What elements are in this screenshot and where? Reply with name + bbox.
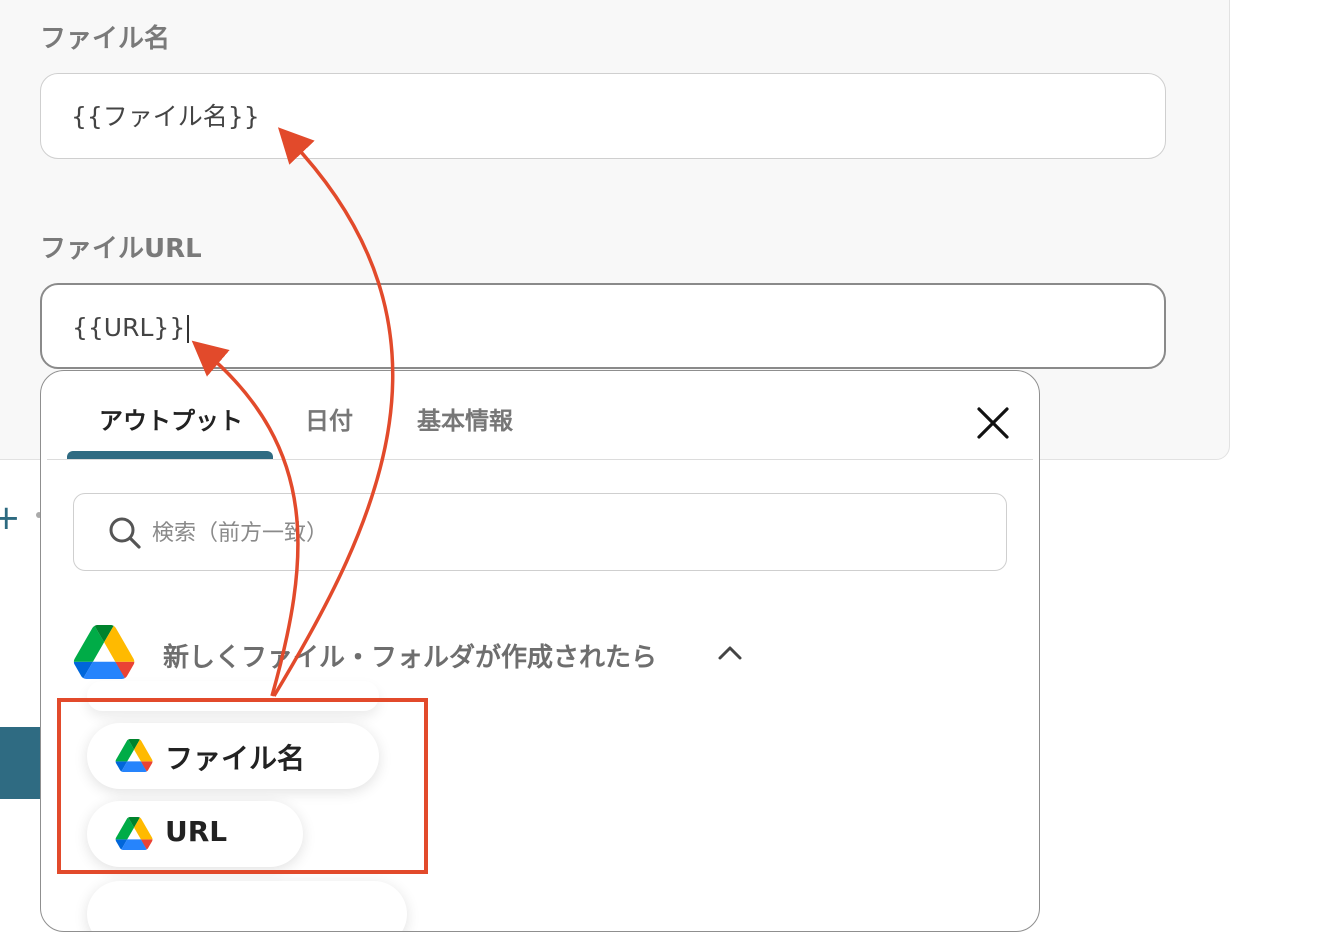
search-box[interactable] xyxy=(73,493,1007,571)
file-name-value: {{ファイル名}} xyxy=(71,102,260,131)
text-caret xyxy=(187,315,190,343)
group-title: 新しくファイル・フォルダが作成されたら xyxy=(163,643,658,673)
chevron-up-icon[interactable] xyxy=(717,643,743,663)
list-item-partial xyxy=(87,681,379,711)
file-url-value: {{URL}} xyxy=(72,313,186,342)
output-item-label: URL xyxy=(165,815,228,848)
output-item-next[interactable] xyxy=(87,881,407,931)
file-url-label: ファイルURL xyxy=(40,234,202,264)
file-url-field[interactable]: {{URL}} xyxy=(40,283,1166,369)
google-drive-icon xyxy=(73,625,135,679)
variable-picker-dropdown: アウトプット 日付 基本情報 新しくファイル・フォルダが作成されたら xyxy=(40,370,1040,932)
file-name-field[interactable]: {{ファイル名}} xyxy=(40,73,1166,159)
output-item-label: ファイル名 xyxy=(165,742,306,775)
google-drive-icon xyxy=(115,817,153,850)
output-item-url[interactable]: URL xyxy=(87,801,303,867)
close-icon[interactable] xyxy=(975,405,1011,441)
trigger-group-header[interactable]: 新しくファイル・フォルダが作成されたら xyxy=(73,625,773,685)
tab-basic-info[interactable]: 基本情報 xyxy=(417,401,513,436)
active-tab-indicator xyxy=(67,451,273,459)
search-icon xyxy=(109,517,141,549)
file-name-label: ファイル名 xyxy=(40,24,171,54)
search-input[interactable] xyxy=(150,512,954,554)
tab-date[interactable]: 日付 xyxy=(305,401,353,436)
output-item-file-name[interactable]: ファイル名 xyxy=(87,723,379,789)
google-drive-icon xyxy=(115,739,153,772)
plus-icon[interactable]: + xyxy=(0,498,21,538)
tab-output[interactable]: アウトプット xyxy=(99,401,243,436)
tabs-divider xyxy=(47,459,1033,460)
